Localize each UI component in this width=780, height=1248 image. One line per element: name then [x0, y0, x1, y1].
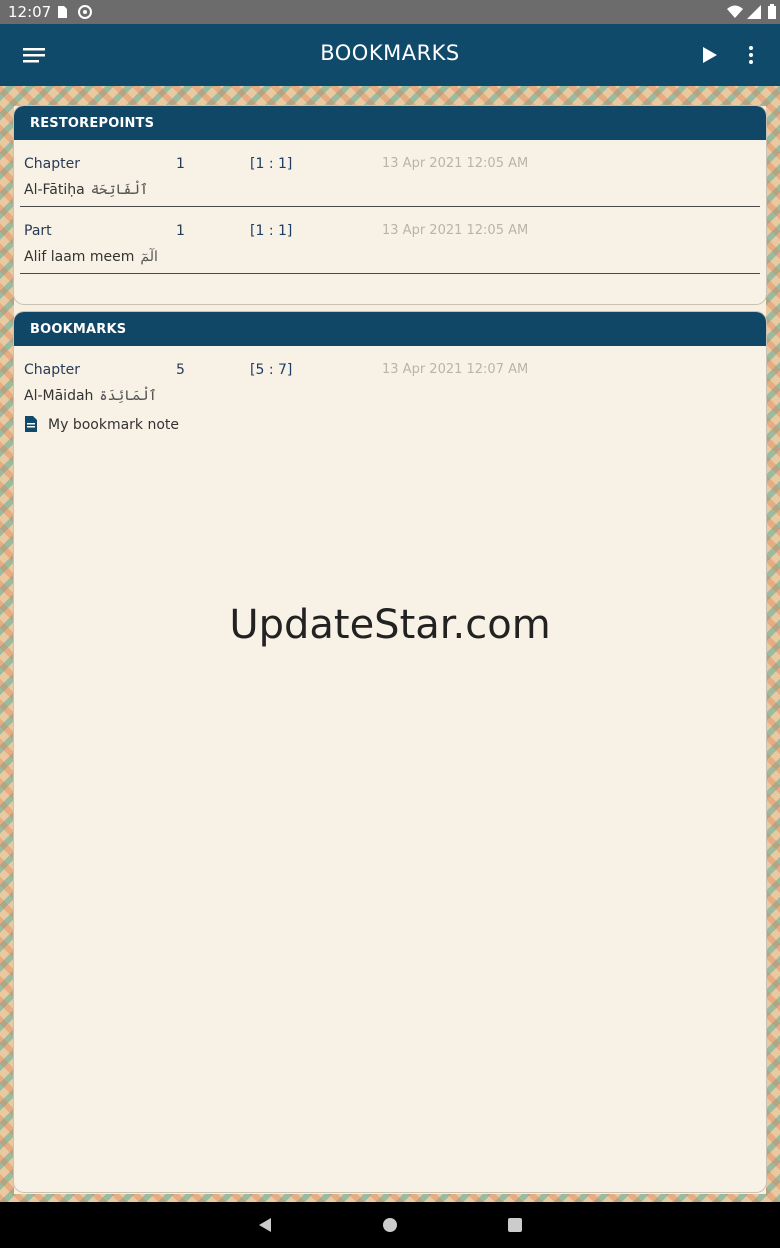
status-time: 12:07	[8, 3, 52, 21]
item-name: Alif laam meem الٓمٓ	[24, 249, 158, 265]
list-item[interactable]: Chapter 5 [5 : 7] 13 Apr 2021 12:07 AM A…	[20, 346, 760, 442]
item-ref: [1 : 1]	[250, 156, 293, 172]
navigation-bar	[0, 1202, 780, 1248]
bookmarks-card: BOOKMARKS Chapter 5 [5 : 7] 13 Apr 2021 …	[14, 312, 766, 1192]
item-number: 1	[176, 156, 185, 172]
item-type: Chapter	[24, 362, 80, 378]
item-arabic: ٱلْمَائِدَة	[99, 388, 157, 404]
wifi-icon	[727, 5, 743, 18]
battery-icon	[768, 4, 776, 19]
item-number: 1	[176, 223, 185, 239]
item-name: Al-Fātiḥa ٱلْفَاتِحَة	[24, 182, 148, 198]
list-item[interactable]: Chapter 1 [1 : 1] 13 Apr 2021 12:05 AM A…	[20, 140, 760, 207]
signal-icon	[747, 5, 761, 19]
bookmark-note: My bookmark note	[24, 416, 179, 433]
item-date: 13 Apr 2021 12:05 AM	[382, 156, 529, 171]
list-item[interactable]: Part 1 [1 : 1] 13 Apr 2021 12:05 AM Alif…	[20, 207, 760, 274]
item-name: Al-Māidah ٱلْمَائِدَة	[24, 388, 157, 404]
app-bar: BOOKMARKS	[0, 24, 780, 86]
note-icon	[25, 416, 37, 432]
item-arabic: الٓمٓ	[140, 249, 158, 265]
item-number: 5	[176, 362, 185, 378]
item-name-text: Alif laam meem	[24, 249, 135, 265]
status-bar: 12:07	[0, 0, 780, 24]
item-arabic: ٱلْفَاتِحَة	[90, 182, 149, 198]
item-ref: [5 : 7]	[250, 362, 293, 378]
bookmarks-header: BOOKMARKS	[14, 312, 766, 346]
content-area: RESTOREPOINTS Chapter 1 [1 : 1] 13 Apr 2…	[0, 86, 780, 1202]
item-name-text: Al-Fātiḥa	[24, 182, 85, 198]
item-date: 13 Apr 2021 12:05 AM	[382, 223, 529, 238]
item-type: Chapter	[24, 156, 80, 172]
item-name-text: Al-Māidah	[24, 388, 94, 404]
back-icon[interactable]	[256, 1216, 274, 1234]
home-icon[interactable]	[381, 1216, 399, 1234]
recents-icon[interactable]	[506, 1216, 524, 1234]
item-ref: [1 : 1]	[250, 223, 293, 239]
data-saver-icon	[78, 5, 92, 19]
watermark-text: UpdateStar.com	[229, 602, 551, 648]
sd-card-icon	[58, 6, 67, 18]
page-title: BOOKMARKS	[320, 41, 460, 65]
restorepoints-header: RESTOREPOINTS	[14, 106, 766, 140]
play-icon[interactable]	[694, 40, 724, 70]
more-vert-icon[interactable]	[736, 40, 766, 70]
item-type: Part	[24, 223, 52, 239]
note-text: My bookmark note	[48, 417, 180, 433]
item-date: 13 Apr 2021 12:07 AM	[382, 362, 529, 377]
restorepoints-card: RESTOREPOINTS Chapter 1 [1 : 1] 13 Apr 2…	[14, 106, 766, 304]
